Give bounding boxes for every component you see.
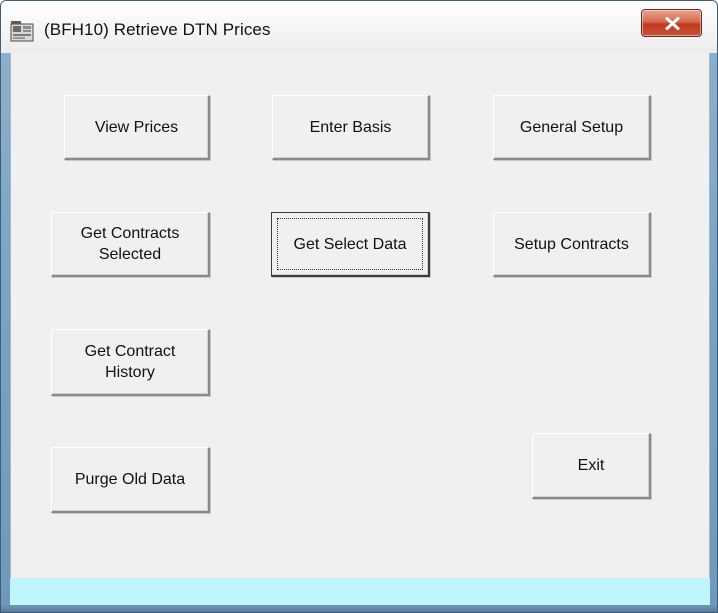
purge-old-data-label: Purge Old Data [74, 471, 186, 488]
close-button[interactable] [641, 9, 702, 37]
get-select-data-label: Get Select Data [293, 235, 407, 253]
setup-contracts-label: Setup Contracts [514, 235, 629, 253]
general-setup-button[interactable]: General Setup [493, 95, 651, 160]
general-setup-label: General Setup [519, 118, 624, 136]
enter-basis-button[interactable]: Enter Basis [272, 95, 430, 160]
exit-label: Exit [577, 457, 605, 474]
enter-basis-label: Enter Basis [309, 118, 392, 136]
view-prices-button[interactable]: View Prices [64, 95, 210, 160]
app-icon[interactable] [10, 20, 34, 44]
exit-button[interactable]: Exit [532, 433, 651, 499]
title-bar[interactable]: (BFH10) Retrieve DTN Prices [1, 1, 717, 53]
close-icon [665, 17, 680, 30]
get-contracts-selected-button[interactable]: Get Contracts Selected [51, 212, 210, 277]
purge-old-data-button[interactable]: Purge Old Data [51, 447, 210, 513]
get-contracts-selected-label: Get Contracts Selected [80, 225, 180, 263]
get-contract-history-label: Get Contract History [84, 343, 176, 381]
setup-contracts-button[interactable]: Setup Contracts [493, 212, 651, 277]
application-window: (BFH10) Retrieve DTN Prices View Prices … [0, 0, 718, 613]
get-contract-history-button[interactable]: Get Contract History [51, 329, 210, 396]
window-bottom-border [1, 605, 717, 612]
window-title: (BFH10) Retrieve DTN Prices [44, 20, 271, 39]
view-prices-label: View Prices [94, 118, 179, 136]
status-strip [10, 578, 710, 605]
get-select-data-button[interactable]: Get Select Data [271, 212, 430, 277]
